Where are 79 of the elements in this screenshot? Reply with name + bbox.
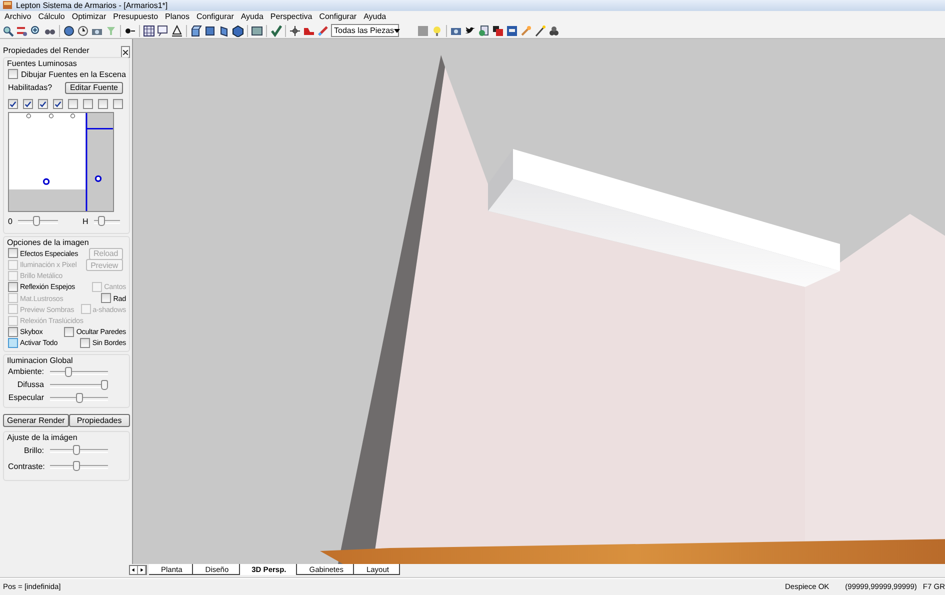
menu-item[interactable]: Perspectiva — [266, 12, 316, 22]
group-title: Fuentes Luminosas — [7, 59, 78, 68]
slider-label: Difussa — [16, 380, 44, 390]
slider-label: Especular — [8, 393, 44, 402]
checkbox[interactable] — [8, 99, 18, 110]
magnifier-icon[interactable] — [2, 24, 14, 37]
square-icon[interactable] — [417, 24, 429, 37]
menu-item[interactable]: Archivo — [1, 12, 35, 22]
checkbox[interactable] — [8, 282, 18, 292]
panel-icon[interactable] — [506, 24, 518, 37]
checkbox[interactable] — [23, 99, 33, 110]
checkbox[interactable] — [38, 99, 48, 110]
checkbox-label: Dibujar Fuentes en la Escena — [21, 70, 126, 79]
checkbox[interactable] — [101, 293, 112, 304]
slider-label: Brillo: — [22, 446, 44, 455]
render-button[interactable]: Generar Render — [3, 414, 69, 427]
checkbox[interactable] — [64, 326, 74, 337]
slider-thumb[interactable] — [76, 392, 82, 403]
checkbox[interactable] — [8, 326, 18, 337]
menu-item[interactable]: Presupuesto — [110, 12, 162, 22]
slider-label: H — [82, 216, 88, 226]
menu-item[interactable]: Ayuda — [237, 12, 267, 22]
bulb-icon[interactable] — [431, 24, 443, 37]
zoom-icon[interactable] — [30, 24, 42, 37]
edit-light-button[interactable]: Editar Fuente — [64, 82, 123, 94]
checkbox[interactable] — [8, 248, 18, 258]
cube-front-icon[interactable] — [190, 24, 202, 37]
panel-title: Propiedades del Render — [3, 46, 90, 56]
checkbox[interactable] — [98, 99, 108, 110]
menu-item[interactable]: Configurar — [193, 12, 238, 22]
menu-item[interactable]: Ayuda — [360, 12, 390, 22]
checkbox[interactable] — [83, 99, 93, 110]
note-icon[interactable] — [157, 24, 169, 37]
globe-icon[interactable] — [63, 24, 75, 37]
stacked-squares-icon[interactable] — [492, 24, 504, 37]
scroll-right-icon[interactable] — [138, 566, 146, 574]
checkbox[interactable] — [8, 69, 18, 80]
pieces-dropdown[interactable]: Todas las Piezas — [331, 24, 399, 38]
menu-item[interactable]: Cálculo — [34, 12, 68, 22]
cube-iso-icon[interactable] — [232, 24, 244, 37]
slider-thumb[interactable] — [33, 216, 40, 226]
grid-icon[interactable] — [143, 24, 155, 37]
checkbox[interactable] — [68, 99, 78, 110]
group-title: Iluminacion Global — [7, 356, 74, 365]
cube-side-icon[interactable] — [218, 24, 230, 37]
slider-label: 0 — [8, 216, 12, 226]
checkbox[interactable] — [113, 99, 123, 110]
slider-thumb[interactable] — [98, 216, 106, 226]
properties-button[interactable]: Propiedades — [68, 414, 130, 427]
checkbox[interactable] — [53, 99, 63, 110]
cube-top-icon[interactable] — [204, 24, 216, 37]
balls-icon[interactable] — [548, 24, 560, 37]
checkbox[interactable] — [8, 338, 18, 348]
enabled-label: Habilitadas? — [8, 83, 52, 92]
menu-item[interactable]: Optimizar — [68, 12, 110, 22]
dimension-icon[interactable] — [171, 24, 183, 37]
document-globe-icon[interactable] — [478, 24, 490, 37]
crosshair-icon[interactable] — [289, 24, 301, 37]
checkbox[interactable] — [80, 338, 90, 348]
slider-thumb[interactable] — [72, 461, 80, 472]
wand-icon[interactable] — [534, 24, 546, 37]
close-icon — [123, 50, 128, 55]
slider-label: Ambiente: — [8, 367, 44, 376]
menu-item[interactable]: Configurar — [316, 12, 360, 22]
group-title: Ajuste de la imágen — [7, 432, 78, 442]
pencil-icon[interactable] — [317, 24, 329, 37]
scroll-left-icon[interactable] — [130, 566, 138, 574]
app-icon — [3, 1, 12, 10]
caret-icon — [394, 28, 400, 33]
close-button[interactable] — [121, 46, 130, 58]
group-title: Opciones de la imagen — [7, 238, 90, 248]
menu-item[interactable]: Planos — [162, 12, 193, 22]
screen-icon[interactable] — [251, 24, 263, 37]
slider-thumb[interactable] — [72, 445, 80, 456]
window-title: Lepton Sistema de Armarios - [Armarios1*] — [16, 0, 168, 10]
slider-label: Contraste: — [8, 462, 44, 471]
slider-thumb[interactable] — [65, 366, 72, 377]
slider-thumb[interactable] — [101, 380, 108, 390]
clock-icon[interactable] — [77, 24, 89, 37]
